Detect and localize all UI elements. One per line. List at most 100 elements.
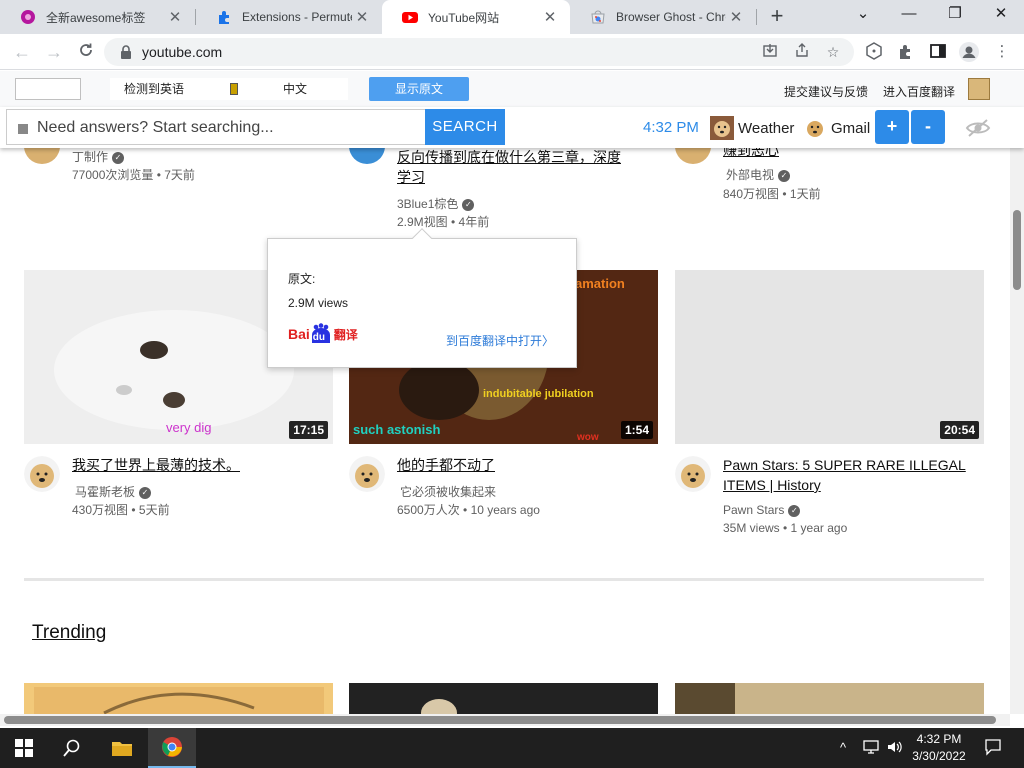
video-meta: 77000次浏览量 • 7天前 [72,168,195,182]
reload-button[interactable] [74,40,98,64]
section-title[interactable]: Trending [32,622,106,644]
overlay-text-top: amation [575,276,625,291]
menu-kebab-icon[interactable]: ⋮ [992,42,1012,62]
channel-avatar[interactable] [24,148,60,164]
tab-close-icon[interactable]: ✕ [165,8,185,26]
share-icon[interactable] [792,42,812,62]
tab-browser-ghost[interactable]: Browser Ghost - Chron ✕ [570,0,756,34]
windows-logo-icon [15,739,33,757]
clock-time: 4:32 PM [916,732,962,746]
tab-close-icon[interactable]: ✕ [726,8,746,26]
horizontal-scrollbar[interactable] [0,714,1010,726]
video-channel[interactable]: 外部电视 ✓ [726,166,791,183]
tab-youtube[interactable]: YouTube网站 ✕ [382,0,570,34]
tab-separator [756,9,757,25]
video-title[interactable]: 反向传播到底在做什么第三章，深度 [397,148,621,167]
lock-icon[interactable] [118,44,134,60]
extensions-puzzle-icon[interactable] [896,42,916,62]
back-button[interactable]: ← [10,40,34,64]
video-title[interactable]: 他的手都不动了 [397,455,495,475]
trending-thumbnail[interactable] [24,683,333,714]
minimize-button[interactable]: — [886,0,932,30]
weather-label: Weather [738,119,795,137]
video-channel[interactable]: 丁制作 ✓ [72,148,125,165]
extension-dice-icon[interactable] [864,42,884,62]
new-tab-button[interactable]: + [764,4,790,30]
gmail-link[interactable]: Gmail [803,115,870,141]
tab-title: Browser Ghost - Chron [616,10,726,24]
horizontal-scroll-thumb[interactable] [4,716,996,724]
baidu-translate-logo: Bai du 翻译 [288,323,358,345]
show-original-button[interactable]: 显示原文 [369,77,469,101]
reload-icon [80,43,92,56]
system-clock[interactable]: 4:32 PM 3/30/2022 [900,731,978,765]
user-avatar[interactable] [968,78,990,100]
url-text[interactable]: youtube.com [142,44,222,60]
close-window-button[interactable]: ✕ [978,0,1024,30]
start-button[interactable] [0,728,48,768]
trending-thumbnail[interactable] [349,683,658,714]
channel-avatar[interactable] [675,148,711,164]
vertical-scrollbar[interactable] [1010,148,1024,714]
section-divider [24,578,984,581]
video-duration: 17:15 [289,421,328,439]
video-meta: 430万视图 • 5天前 [72,503,170,517]
forward-button[interactable]: → [42,40,66,64]
chrome-taskbar-button[interactable] [148,728,196,768]
hide-eye-icon[interactable] [965,118,991,138]
video-channel[interactable]: 3Blue1棕色 ✓ [397,195,475,212]
channel-avatar-doge[interactable] [675,456,711,492]
open-in-baidu-link[interactable]: 到百度翻译中打开〉 [446,332,554,349]
tab-search-button[interactable]: ⌄ [840,0,886,30]
video-thumbnail[interactable]: 20:54 [675,270,984,444]
tab-close-icon[interactable]: ✕ [352,8,372,26]
video-title-line2[interactable]: ITEMS | History [723,475,821,495]
zoom-out-button[interactable]: - [911,110,945,144]
bookmark-star-icon[interactable]: ☆ [823,42,843,62]
channel-avatar[interactable] [349,148,385,164]
channel-avatar-doge[interactable] [349,456,385,492]
trending-thumbnail[interactable] [675,683,984,714]
video-title[interactable]: 赚到恶心 [723,148,779,160]
target-language[interactable]: 中文 [283,78,307,100]
vertical-scroll-thumb[interactable] [1013,210,1021,290]
install-app-icon[interactable] [760,42,780,62]
address-bar[interactable]: youtube.com ☆ [104,38,854,66]
translate-bar: 检测到英语 中文 显示原文 提交建议与反馈 进入百度翻译 [0,71,1024,107]
open-baidu-translate-link[interactable]: 进入百度翻译 [883,83,955,100]
feedback-link[interactable]: 提交建议与反馈 [784,83,868,100]
video-channel[interactable]: 马霍斯老板 ✓ [75,483,152,500]
baidu-translate-text: 翻译 [333,327,358,342]
search-taskbar-button[interactable] [48,728,96,768]
channel-avatar-doge[interactable] [24,456,60,492]
doge-icon [803,116,827,140]
profile-avatar-icon[interactable] [959,42,979,62]
video-meta: 35M views • 1 year ago [723,521,848,535]
video-meta: 6500万人次 • 10 years ago [397,503,540,517]
language-selector[interactable]: 检测到英语 中文 [110,78,348,100]
tab-extensions[interactable]: Extensions - Permute ✕ [196,0,382,34]
overlay-text: very dig [166,420,212,435]
video-channel[interactable]: 它必须被收集起来 [400,483,496,500]
zoom-in-button[interactable]: + [875,110,909,144]
search-button[interactable]: SEARCH [425,109,505,145]
popup-label: 原文: [288,272,316,286]
tray-chevron-icon[interactable]: ^ [840,740,846,755]
tab-awesome[interactable]: 全新awesome标签 ✕ [0,0,195,34]
tab-strip: 全新awesome标签 ✕ Extensions - Permute ✕ You… [0,0,1024,34]
side-panel-icon[interactable] [928,42,948,62]
tab-close-icon[interactable]: ✕ [540,8,560,26]
video-channel[interactable]: Pawn Stars ✓ [723,503,801,517]
notification-icon[interactable] [984,738,1002,759]
video-title-line2[interactable]: 学习 [397,167,425,187]
video-title[interactable]: 我买了世界上最薄的技术。 [72,455,240,475]
weather-link[interactable]: Weather [710,115,794,141]
network-icon[interactable] [862,740,880,757]
clock-time: 4:32 PM [643,119,699,136]
file-explorer-button[interactable] [98,728,146,768]
restore-button[interactable]: ❐ [932,0,978,30]
search-input[interactable] [37,116,417,140]
doge-icon [710,116,734,140]
video-title[interactable]: Pawn Stars: 5 SUPER RARE ILLEGAL [723,455,966,475]
search-box[interactable] [6,109,426,145]
